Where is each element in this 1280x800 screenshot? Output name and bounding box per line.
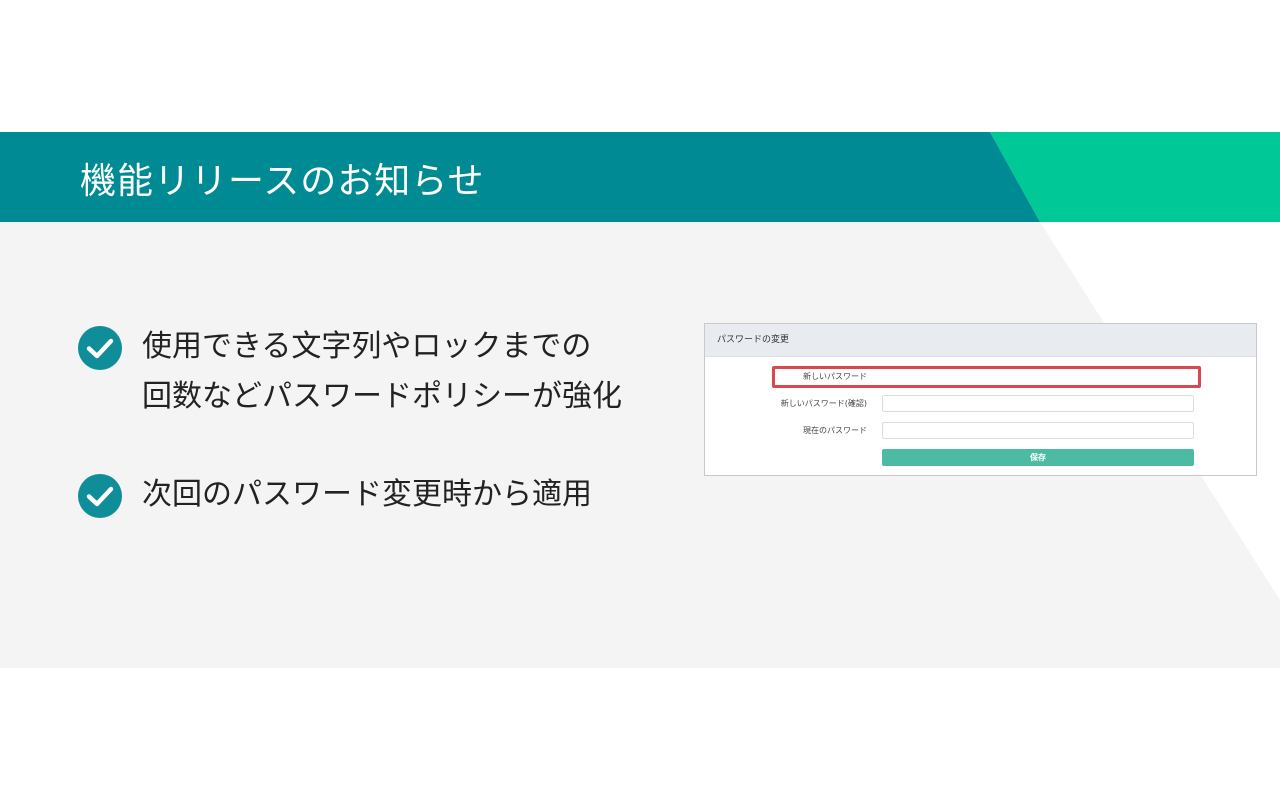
checkmark-circle-icon [78, 326, 122, 370]
slide: 機能リリースのお知らせ 使用できる文字列やロックまでの 回数などパスワードポリシ… [0, 0, 1280, 800]
current-password-field[interactable] [882, 422, 1194, 439]
current-password-label: 現在のパスワード [803, 426, 867, 435]
bullet-line: 回数などパスワードポリシーが強化 [142, 379, 622, 414]
header-accent-green [990, 132, 1280, 222]
bullet-text: 使用できる文字列やロックまでの 回数などパスワードポリシーが強化 [142, 322, 622, 422]
bullet-text: 次回のパスワード変更時から適用 [142, 470, 592, 520]
bullet-item-apply-timing: 次回のパスワード変更時から適用 [78, 470, 592, 520]
save-button[interactable]: 保存 [882, 449, 1194, 466]
highlight-annotation [772, 366, 1201, 388]
password-change-screenshot: パスワードの変更 新しいパスワード 新しいパスワード(確認) 現在のパスワード … [704, 323, 1257, 476]
panel-header: パスワードの変更 [705, 324, 1256, 357]
bullet-line: 次回のパスワード変更時から適用 [142, 477, 592, 512]
bullet-item-policy: 使用できる文字列やロックまでの 回数などパスワードポリシーが強化 [78, 322, 622, 422]
confirm-password-label: 新しいパスワード(確認) [780, 399, 867, 408]
bullet-line: 使用できる文字列やロックまでの [142, 329, 592, 364]
panel-title: パスワードの変更 [717, 335, 790, 345]
slide-title: 機能リリースのお知らせ [80, 161, 485, 202]
checkmark-circle-icon [78, 474, 122, 518]
confirm-password-field[interactable] [882, 395, 1194, 412]
